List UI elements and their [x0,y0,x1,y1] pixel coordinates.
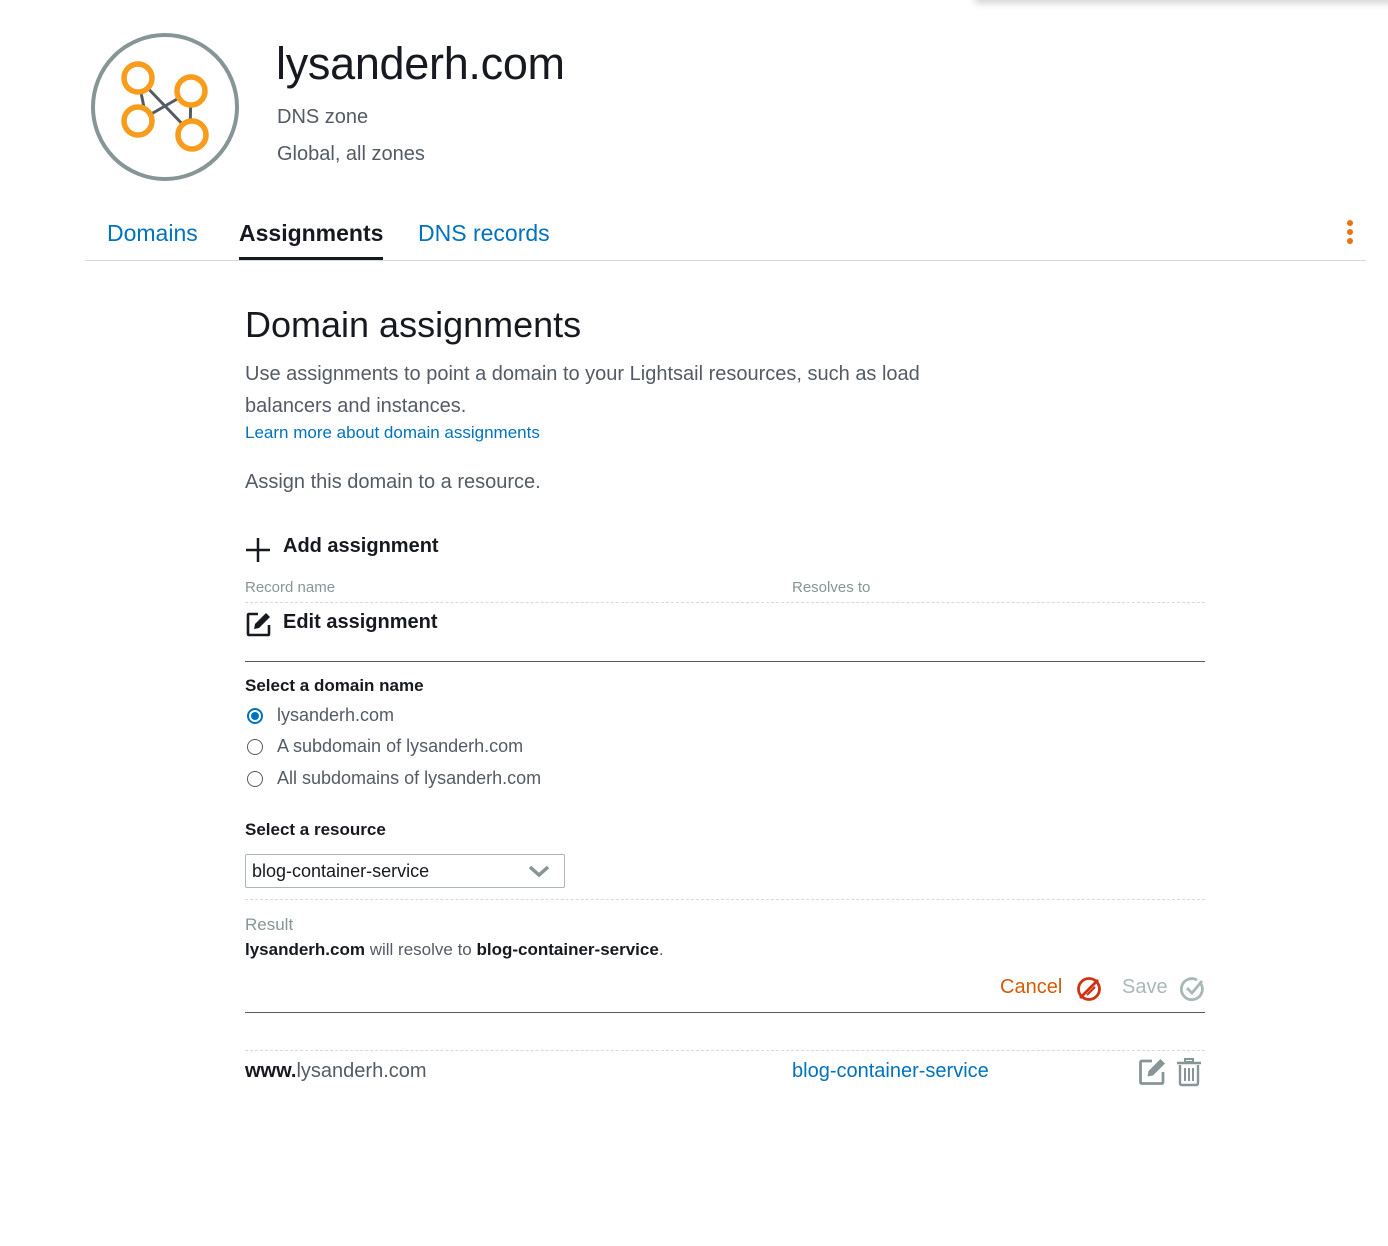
cancel-label: Cancel [1000,976,1063,998]
radio-button[interactable] [247,771,263,787]
select-resource-label: Select a resource [245,820,386,839]
divider [245,602,1205,603]
tab-dns-records[interactable]: DNS records [418,220,550,260]
tab-bar: Domains Assignments DNS records [85,218,1366,261]
edit-icon [246,612,271,637]
section-description: Use assignments to point a domain to you… [245,363,920,417]
column-header-record-name: Record name [245,579,336,596]
radio-label: All subdomains of lysanderh.com [277,768,542,788]
learn-more-link[interactable]: Learn more about domain assignments [245,423,540,443]
check-circle-icon [1179,977,1204,1002]
select-domain-label: Select a domain name [245,676,424,695]
assignment-record-name: www.lysanderh.com [245,1060,427,1082]
zone-location: Global, all zones [277,143,425,165]
cancel-icon [1077,977,1101,1001]
tab-domains[interactable]: Domains [107,220,198,260]
edit-assignment-icon[interactable] [1137,1057,1167,1087]
save-label: Save [1122,976,1168,998]
dns-zone-icon [91,33,239,181]
divider [245,899,1205,900]
section-heading: Domain assignments [245,304,582,345]
assignment-resolves-to-link[interactable]: blog-container-service [792,1060,989,1083]
result-label: Result [245,915,294,934]
page-title: lysanderh.com [276,38,565,89]
divider [245,661,1205,662]
assign-instruction: Assign this domain to a resource. [245,471,541,493]
chevron-down-icon [528,865,550,878]
tab-assignments[interactable]: Assignments [239,220,384,260]
radio-label: A subdomain of lysanderh.com [277,736,524,756]
radio-label: lysanderh.com [277,705,395,725]
divider [245,1012,1205,1013]
result-text: lysanderh.com will resolve to blog-conta… [245,940,664,959]
resource-select[interactable]: blog-container-service [245,854,565,888]
more-actions-icon[interactable] [1344,220,1356,246]
resource-select-value: blog-container-service [252,861,430,881]
divider [245,1050,1205,1051]
radio-button[interactable] [247,739,263,755]
result-target: blog-container-service [476,940,659,959]
column-header-resolves-to: Resolves to [792,579,871,596]
edit-assignment-label: Edit assignment [283,611,438,633]
add-assignment-label: Add assignment [283,535,439,557]
delete-assignment-icon[interactable] [1176,1057,1202,1087]
plus-icon [246,538,270,562]
zone-header: lysanderh.com DNS zone Global, all zones [88,32,1288,184]
zone-type: DNS zone [277,106,369,128]
result-domain: lysanderh.com [245,940,365,959]
radio-button[interactable] [247,708,263,724]
